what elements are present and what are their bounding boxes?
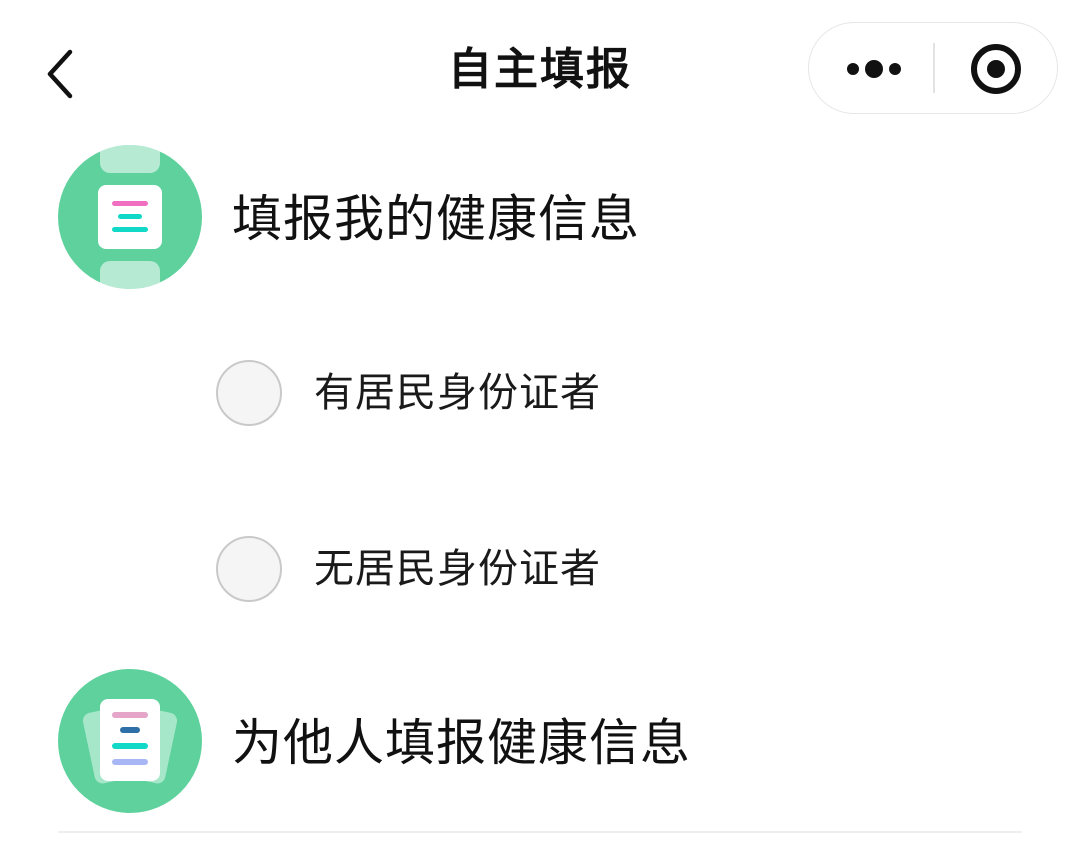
health-form-icon: [58, 145, 202, 289]
option-without-id-label: 无居民身份证者: [314, 546, 601, 592]
option-with-id-label: 有居民身份证者: [314, 370, 601, 416]
option-with-id[interactable]: 有居民身份证者: [216, 360, 816, 430]
section-report-for-others[interactable]: 为他人填报健康信息: [58, 669, 1038, 815]
section-others-label: 为他人填报健康信息: [232, 714, 691, 772]
list-divider: [58, 831, 1022, 833]
mini-program-capsule: [808, 22, 1058, 114]
section-self-report[interactable]: 填报我的健康信息: [58, 145, 1038, 291]
option-without-id[interactable]: 无居民身份证者: [216, 536, 816, 606]
health-form-others-icon: [58, 669, 202, 813]
radio-with-id[interactable]: [216, 360, 282, 426]
more-dots-icon: [847, 60, 901, 78]
radio-without-id[interactable]: [216, 536, 282, 602]
close-button[interactable]: [935, 23, 1057, 111]
section-self-label: 填报我的健康信息: [232, 190, 640, 248]
navigation-bar: 自主填报: [0, 0, 1080, 140]
more-button[interactable]: [809, 23, 933, 111]
target-circle-icon: [971, 44, 1021, 94]
